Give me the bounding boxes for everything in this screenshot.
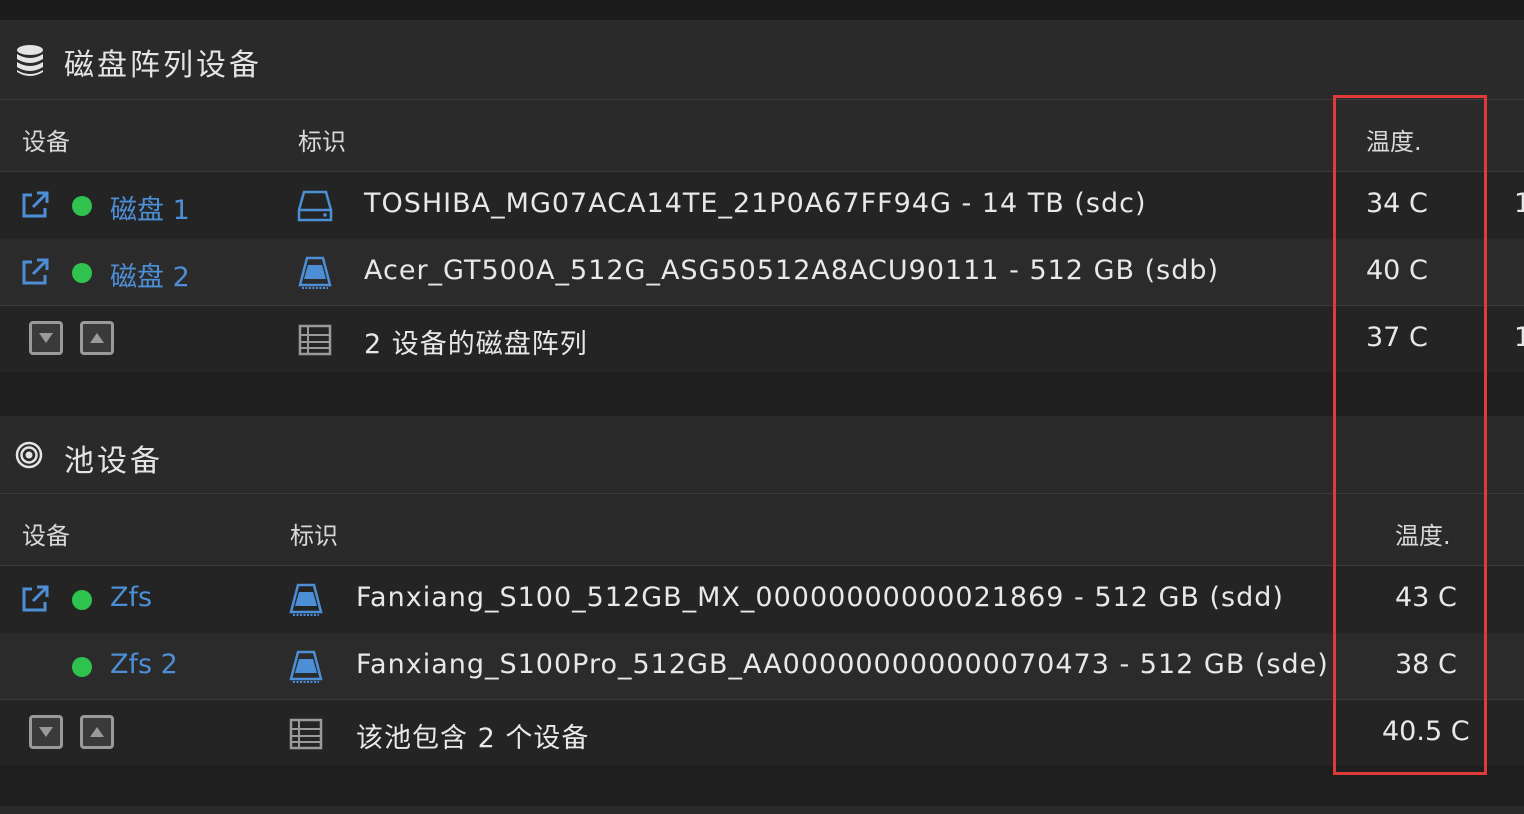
section-title-text: 磁盘阵列设备 xyxy=(64,48,262,83)
device-temperature: 40 C xyxy=(1366,255,1428,286)
col-temp[interactable]: 温度. xyxy=(1366,122,1422,157)
hard-drive-icon xyxy=(297,190,333,222)
array-devices-section: 磁盘阵列设备 设备 标识 温度. 磁盘 1 TOSHIBA_MG07ACA14T… xyxy=(0,20,1524,372)
summary-temperature: 37 C xyxy=(1366,322,1428,353)
database-icon xyxy=(17,45,43,76)
pool-devices-section: 池设备 设备 标识 温度. Zfs Fanxiang_S100_512GB_MX… xyxy=(0,416,1524,766)
device-identification: Fanxiang_S100Pro_512GB_AA000000000000070… xyxy=(356,649,1329,680)
table-row: Zfs Fanxiang_S100_512GB_MX_0000000000002… xyxy=(0,566,1524,633)
col-temp[interactable]: 温度. xyxy=(1395,516,1451,551)
expand-up-button[interactable] xyxy=(80,715,114,749)
section-gap xyxy=(0,372,1524,416)
collapse-down-button[interactable] xyxy=(29,321,63,355)
col-identification: 标识 xyxy=(298,128,346,156)
device-temperature: 38 C xyxy=(1395,649,1457,680)
status-dot-icon xyxy=(72,657,92,677)
array-section-title: 磁盘阵列设备 xyxy=(0,20,1524,100)
device-identification: TOSHIBA_MG07ACA14TE_21P0A67FF94G - 14 TB… xyxy=(364,188,1147,219)
ssd-icon xyxy=(289,583,323,616)
ssd-icon xyxy=(289,650,323,683)
summary-row: 该池包含 2 个设备 40.5 C xyxy=(0,700,1524,766)
col-device: 设备 xyxy=(22,522,70,550)
external-link-icon[interactable] xyxy=(20,257,50,287)
table-row: 磁盘 2 Acer_GT500A_512G_ASG50512A8ACU90111… xyxy=(0,239,1524,306)
col-identification: 标识 xyxy=(290,522,338,550)
pool-section-title: 池设备 xyxy=(0,416,1524,494)
col-device: 设备 xyxy=(22,128,70,156)
collapse-down-button[interactable] xyxy=(29,715,63,749)
status-dot-icon xyxy=(72,263,92,283)
device-name-link[interactable]: Zfs 2 xyxy=(110,649,178,680)
device-name-link[interactable]: 磁盘 2 xyxy=(110,255,190,294)
device-temperature: 43 C xyxy=(1395,582,1457,613)
table-row: Zfs 2 Fanxiang_S100Pro_512GB_AA000000000… xyxy=(0,633,1524,700)
section-title-text: 池设备 xyxy=(64,444,163,479)
caret-up-icon xyxy=(90,727,104,737)
next-section-edge xyxy=(0,806,1524,814)
device-name-link[interactable]: 磁盘 1 xyxy=(110,188,190,227)
summary-identification: 该池包含 2 个设备 xyxy=(356,723,590,754)
top-bar xyxy=(0,0,1524,20)
caret-down-icon xyxy=(39,727,53,737)
array-list-icon xyxy=(298,324,332,356)
external-link-icon[interactable] xyxy=(20,584,50,614)
table-row: 磁盘 1 TOSHIBA_MG07ACA14TE_21P0A67FF94G - … xyxy=(0,172,1524,239)
external-link-icon[interactable] xyxy=(20,190,50,220)
summary-row: 2 设备的磁盘阵列 37 C 1 xyxy=(0,306,1524,372)
status-dot-icon xyxy=(72,196,92,216)
device-identification: Fanxiang_S100_512GB_MX_00000000000021869… xyxy=(356,582,1284,613)
truncated-value: 1 xyxy=(1514,188,1524,219)
device-name-link[interactable]: Zfs xyxy=(110,582,152,613)
truncated-value: 1 xyxy=(1514,322,1524,353)
section-gap xyxy=(0,766,1524,814)
caret-up-icon xyxy=(90,333,104,343)
expand-up-button[interactable] xyxy=(80,321,114,355)
array-table-header: 设备 标识 温度. xyxy=(0,100,1524,172)
status-dot-icon xyxy=(72,590,92,610)
ssd-icon xyxy=(298,256,332,289)
caret-down-icon xyxy=(39,333,53,343)
device-temperature: 34 C xyxy=(1366,188,1428,219)
summary-temperature: 40.5 C xyxy=(1382,716,1470,747)
target-icon xyxy=(15,441,43,469)
device-identification: Acer_GT500A_512G_ASG50512A8ACU90111 - 51… xyxy=(364,255,1220,286)
pool-list-icon xyxy=(289,718,323,750)
summary-identification: 2 设备的磁盘阵列 xyxy=(364,329,588,360)
pool-table-header: 设备 标识 温度. xyxy=(0,494,1524,566)
